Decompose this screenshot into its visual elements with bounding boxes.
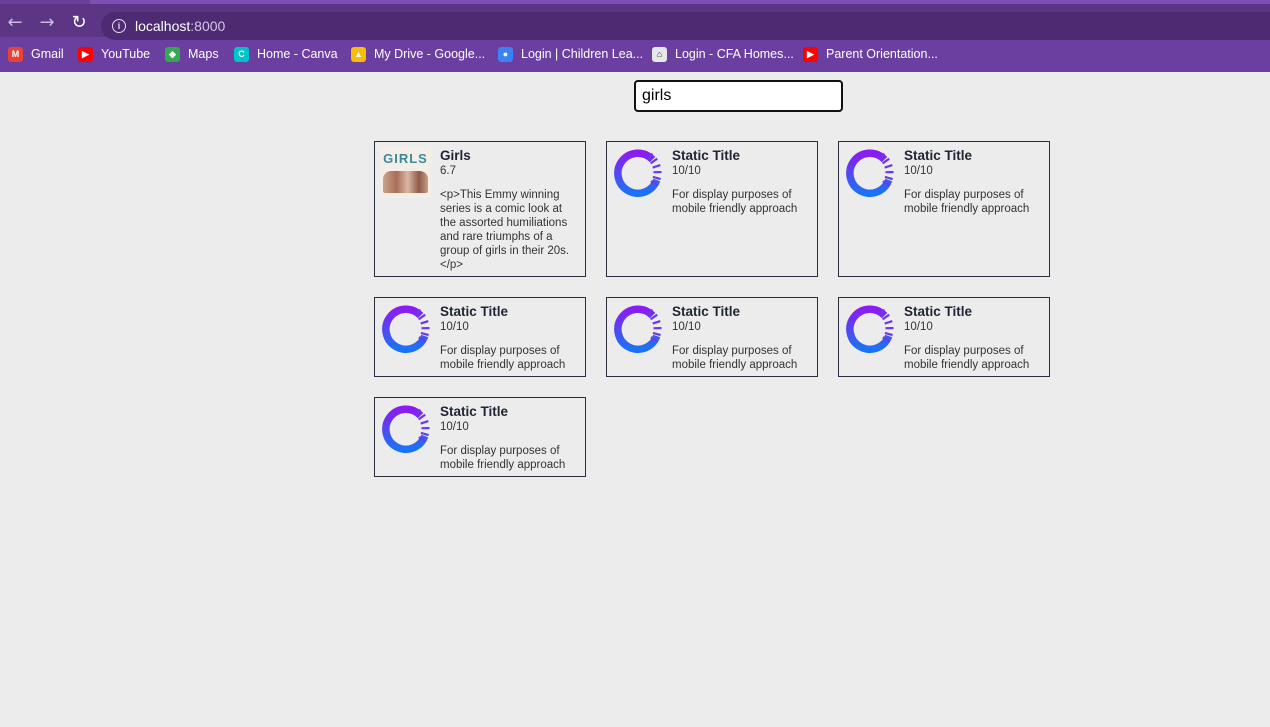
back-arrow-icon[interactable]: ← xyxy=(4,12,26,34)
youtube-icon: ▶ xyxy=(803,46,818,62)
spinner-logo-icon xyxy=(380,303,431,354)
card-text: Static Title 10/10 For display purposes of… xyxy=(904,148,1043,216)
bookmark-item[interactable]: ▶ YouTube xyxy=(78,42,150,66)
site-info-icon[interactable]: i xyxy=(112,19,126,33)
card-rating: 10/10 xyxy=(440,421,469,433)
card-title: Static Title xyxy=(672,148,741,163)
card-text: Static Title 10/10 For display purposes of… xyxy=(672,148,811,216)
bookmark-item[interactable]: ▲ My Drive - Google... xyxy=(351,42,485,66)
card-title: Static Title xyxy=(440,404,509,419)
bookmark-item[interactable]: ◆ Maps xyxy=(165,42,219,66)
bookmark-label: Login | Children Lea... xyxy=(521,47,644,61)
result-card[interactable]: Static Title 10/10 For display purposes of… xyxy=(374,297,586,377)
reload-icon[interactable]: ↻ xyxy=(68,12,90,34)
maps-icon: ◆ xyxy=(165,46,180,62)
card-text: Static Title 10/10 For display purposes of… xyxy=(440,404,579,472)
bookmarks-bar: M Gmail ▶ YouTube ◆ Maps C Home - Canva ▲ My Driv… xyxy=(0,42,1270,66)
url-text: localhost:8000 xyxy=(135,18,225,34)
bookmark-label: My Drive - Google... xyxy=(374,47,486,61)
bookmark-item[interactable]: ⌂ Login - CFA Homes... xyxy=(652,42,794,66)
address-bar[interactable]: i localhost:8000 xyxy=(101,12,1270,40)
bookmark-label: Parent Orientation... xyxy=(826,47,938,61)
card-title: Static Title xyxy=(904,148,973,163)
card-rating: 10/10 xyxy=(440,321,469,333)
card-description: For display purposes of mobile friendly … xyxy=(904,189,1030,215)
result-card[interactable]: GIRLS Girls 6.7 <p>This Emmy winning series… xyxy=(374,141,586,277)
youtube-icon: ▶ xyxy=(78,46,93,62)
bookmark-label: Home - Canva xyxy=(257,47,338,61)
bookmark-item[interactable]: M Gmail xyxy=(8,42,64,66)
bookmark-item[interactable]: ● Login | Children Lea... xyxy=(498,42,643,66)
drive-icon: ▲ xyxy=(351,46,366,62)
bookmark-item[interactable]: C Home - Canva xyxy=(234,42,338,66)
result-card[interactable]: Static Title 10/10 For display purposes of… xyxy=(838,297,1050,377)
url-port: :8000 xyxy=(190,18,226,34)
card-title: Static Title xyxy=(904,304,973,319)
card-description: For display purposes of mobile friendly … xyxy=(904,345,1030,371)
card-description: For display purposes of mobile friendly … xyxy=(440,345,566,371)
bookmark-label: YouTube xyxy=(101,47,151,61)
bookmark-label: Maps xyxy=(188,47,219,61)
spinner-logo-icon xyxy=(612,303,663,354)
canva-icon: C xyxy=(234,46,249,62)
card-description: For display purposes of mobile friendly … xyxy=(672,189,798,215)
card-text: Static Title 10/10 For display purposes of… xyxy=(672,304,811,372)
result-card[interactable]: Static Title 10/10 For display purposes of… xyxy=(606,297,818,377)
forward-arrow-icon[interactable]: → xyxy=(36,12,58,34)
result-card[interactable]: Static Title 10/10 For display purposes of… xyxy=(606,141,818,277)
card-title: Static Title xyxy=(672,304,741,319)
search-input[interactable] xyxy=(634,80,843,112)
card-rating: 10/10 xyxy=(672,165,701,177)
card-rating: 6.7 xyxy=(440,165,456,177)
card-description: <p>This Emmy winning series is a comic l… xyxy=(440,189,570,271)
gmail-icon: M xyxy=(8,46,23,62)
card-text: Girls 6.7 <p>This Emmy winning series is a… xyxy=(440,148,579,272)
card-title: Static Title xyxy=(440,304,509,319)
children-learning-icon: ● xyxy=(498,46,513,62)
bookmark-item[interactable]: ▶ Parent Orientation... xyxy=(803,42,938,66)
spinner-logo-icon xyxy=(844,303,895,354)
card-text: Static Title 10/10 For display purposes of… xyxy=(440,304,579,372)
card-text: Static Title 10/10 For display purposes of… xyxy=(904,304,1043,372)
card-description: For display purposes of mobile friendly … xyxy=(672,345,798,371)
result-card[interactable]: Static Title 10/10 For display purposes of… xyxy=(838,141,1050,277)
card-title: Girls xyxy=(440,148,471,163)
card-rating: 10/10 xyxy=(904,165,933,177)
card-description: For display purposes of mobile friendly … xyxy=(440,445,566,471)
bookmark-label: Login - CFA Homes... xyxy=(675,47,794,61)
spinner-logo-icon xyxy=(844,147,895,198)
browser-toolbar: ← → ↻ i localhost:8000 xyxy=(0,4,1270,40)
girls-poster-image: GIRLS xyxy=(380,147,431,198)
spinner-logo-icon xyxy=(612,147,663,198)
card-rating: 10/10 xyxy=(904,321,933,333)
card-rating: 10/10 xyxy=(672,321,701,333)
url-host: localhost xyxy=(135,18,191,34)
result-card[interactable]: Static Title 10/10 For display purposes of… xyxy=(374,397,586,477)
spinner-logo-icon xyxy=(380,403,431,454)
home-icon: ⌂ xyxy=(652,46,667,62)
bookmark-label: Gmail xyxy=(31,47,64,61)
